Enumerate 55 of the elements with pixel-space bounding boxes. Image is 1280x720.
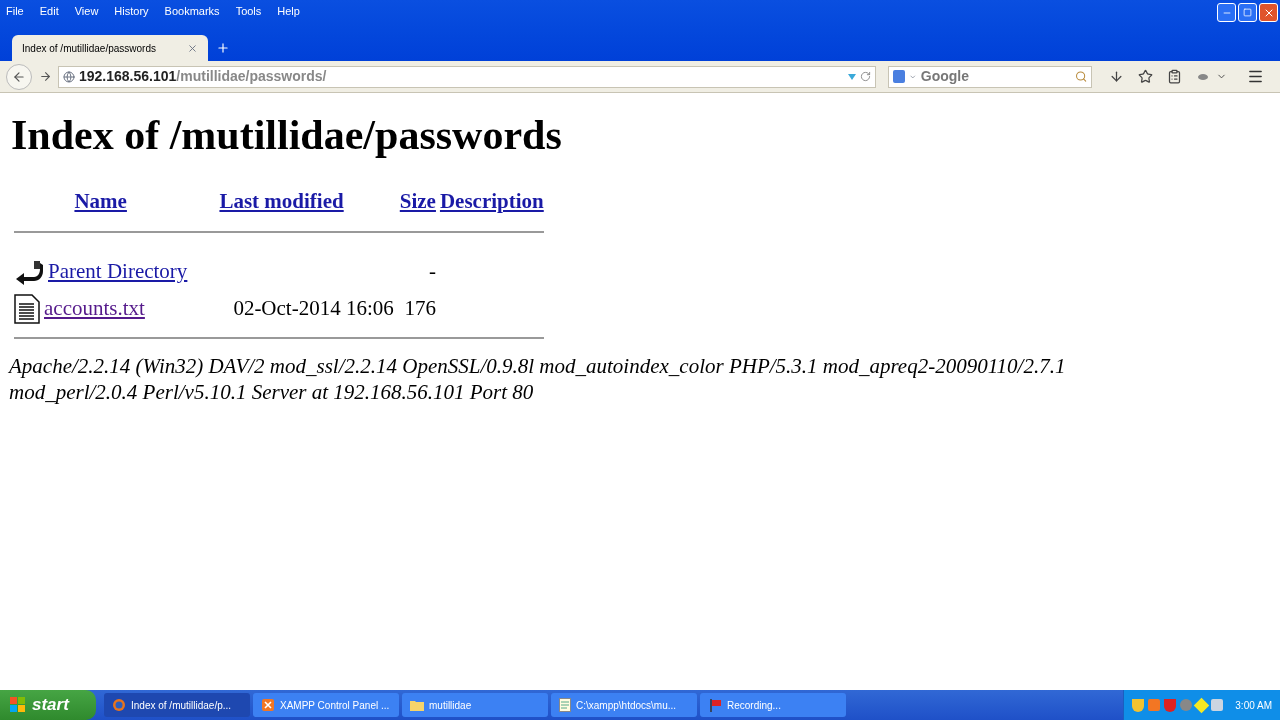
caret-icon[interactable] [909,72,917,81]
taskbar-button[interactable]: C:\xampp\htdocs\mu... [551,693,697,717]
text-file-icon [14,293,40,324]
start-button[interactable]: start [0,690,96,720]
folder-icon [410,699,424,711]
taskbar-button[interactable]: Recording... [700,693,846,717]
new-tab-icon[interactable] [216,41,230,55]
reload-icon[interactable] [860,71,871,82]
column-header-link[interactable]: Last modified [219,188,344,213]
taskbar-button[interactable]: mutillidae [402,693,548,717]
clipboard-icon[interactable] [1167,69,1182,84]
menu-icon[interactable] [1247,68,1264,85]
menu-item[interactable]: History [114,3,149,20]
menu-item[interactable]: File [6,3,24,20]
dropdown-triangle-icon[interactable] [848,73,856,80]
minimize-button[interactable] [1217,3,1236,22]
menu-item[interactable]: Help [277,3,300,20]
restore-button[interactable] [1238,3,1257,22]
search-field[interactable]: Google [920,66,1071,87]
browser-tab[interactable]: Index of /mutillidae/passwords [12,35,208,61]
file-size: - [428,258,436,283]
clock: 3:00 AM [1235,698,1272,713]
back-arrow-icon [14,258,44,285]
modified-date: 02-Oct-2014 16:06 [233,295,394,320]
column-header-link[interactable]: Description [439,188,544,213]
search-box[interactable]: Google [888,65,1092,88]
column-header-link[interactable]: Name [74,188,127,213]
column-header-link[interactable]: Size [399,188,436,213]
menu-item[interactable]: Bookmarks [164,3,220,20]
restore-icon [1243,8,1252,17]
file-size: 176 [404,295,436,320]
menu-item[interactable]: Tools [235,3,262,20]
menu-item[interactable]: View [74,3,99,20]
file-link[interactable]: accounts.txt [44,292,145,325]
back-icon [12,69,26,84]
shield-icon[interactable] [1132,698,1145,712]
globe-icon [112,698,126,712]
server-signature: Apache/2.2.14 (Win32) DAV/2 mod_ssl/2.2.14 OpenSSL/0.9.8l mod_autoindex_color PHP/5.3.1 mod_apreq2-20090110/2.7.1 mod_perl/2.0.4 Perl/v5.10.1 Server at 192.168.56.101 Port 80 [9,353,1067,405]
notepad-icon [559,698,571,712]
globe-icon [63,70,75,83]
windows-logo-icon [10,697,26,713]
forward-icon [38,70,52,83]
download-icon[interactable] [1109,69,1124,84]
close-icon[interactable] [187,42,198,54]
page-heading: Index of /mutillidae/passwords [11,111,563,160]
address-field[interactable]: 192.168.56.101/mutillidae/passwords/ [58,65,876,88]
star-icon[interactable] [1138,69,1153,84]
close-button[interactable] [1259,3,1278,22]
taskbar-button[interactable]: XAMPP Control Panel ... [253,693,399,717]
shield-icon[interactable] [1164,698,1177,712]
taskbar-button[interactable]: Index of /mutillidae/p... [104,693,250,717]
flag-icon [708,698,722,712]
menu-item[interactable]: Edit [39,3,59,20]
search-icon[interactable] [1074,70,1087,83]
file-link[interactable]: Parent Directory [48,255,188,288]
